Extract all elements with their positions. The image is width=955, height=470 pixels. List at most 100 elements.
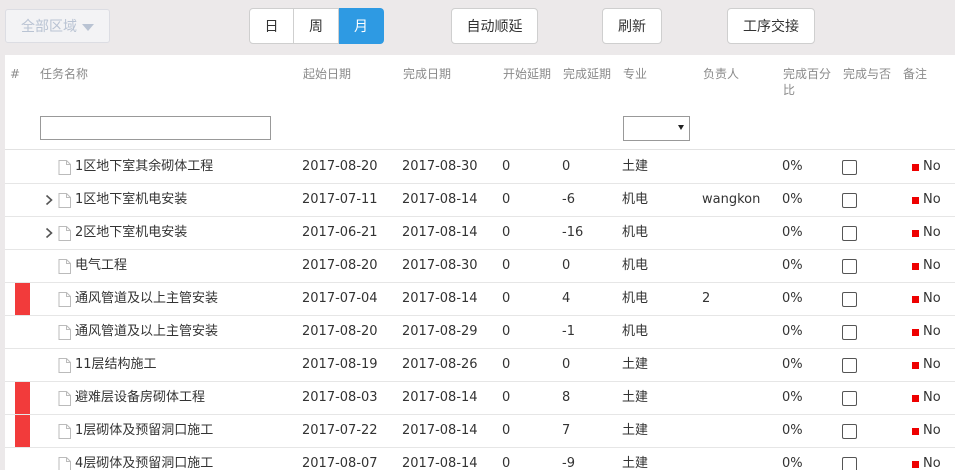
table-row[interactable]: 1区地下室其余砌体工程 2017-08-20 2017-08-30 0 0 土建 0% No [5,151,955,184]
start-date-cell: 2017-08-20 [302,159,378,174]
document-icon [58,358,71,373]
major-cell: 土建 [622,456,649,470]
start-date-cell: 2017-08-03 [302,390,378,405]
owner-cell: wangkon [702,192,761,207]
table-row[interactable]: 通风管道及以上主管安装 2017-07-04 2017-08-14 0 4 机电 2 0% No [5,283,955,316]
start-date-cell: 2017-08-19 [302,357,378,372]
done-checkbox[interactable] [842,193,857,208]
start-delay-cell: 0 [502,192,511,207]
col-percent[interactable]: 完成百分比 [783,66,835,98]
task-name-cell[interactable]: 电气工程 [75,250,127,283]
percent-cell: 0% [782,324,803,339]
note-cell: No [923,423,941,438]
col-start-date[interactable]: 起始日期 [303,66,351,82]
chevron-right-icon[interactable] [43,194,55,206]
status-marker-icon [912,197,919,204]
table-row[interactable]: 电气工程 2017-08-20 2017-08-30 0 0 机电 0% No [5,250,955,283]
start-date-cell: 2017-08-20 [302,324,378,339]
note-cell: No [923,390,941,405]
status-marker-icon [912,164,919,171]
end-date-cell: 2017-08-14 [402,390,478,405]
note-cell: No [923,225,941,240]
task-name-cell[interactable]: 通风管道及以上主管安装 [75,316,218,349]
task-name-filter-input[interactable] [40,116,271,140]
task-name-cell[interactable]: 11层结构施工 [75,349,157,382]
end-delay-cell: 0 [562,357,571,372]
done-checkbox[interactable] [842,358,857,373]
note-cell: No [923,192,941,207]
document-icon [58,457,71,470]
done-checkbox[interactable] [842,160,857,175]
note-cell: No [923,456,941,470]
task-name-cell[interactable]: 1区地下室机电安装 [75,184,187,217]
done-checkbox[interactable] [842,292,857,307]
region-dropdown[interactable]: 全部区域 [5,9,110,43]
delay-flag [15,415,30,447]
end-delay-cell: -16 [562,225,584,240]
done-checkbox[interactable] [842,424,857,439]
col-owner[interactable]: 负责人 [703,66,739,82]
major-filter-select[interactable] [623,116,690,141]
auto-delay-button[interactable]: 自动顺延 [451,8,538,44]
table-row[interactable]: 11层结构施工 2017-08-19 2017-08-26 0 0 土建 0% No [5,349,955,382]
major-cell: 机电 [622,225,649,240]
col-note[interactable]: 备注 [903,66,927,82]
handover-button[interactable]: 工序交接 [727,8,815,44]
task-name-cell[interactable]: 避难层设备房砌体工程 [75,382,205,415]
done-checkbox[interactable] [842,259,857,274]
col-major[interactable]: 专业 [623,66,647,82]
end-date-cell: 2017-08-14 [402,225,478,240]
start-date-cell: 2017-08-07 [302,456,378,470]
table-row[interactable]: 1层砌体及预留洞口施工 2017-07-22 2017-08-14 0 7 土建 0% No [5,415,955,448]
table-row[interactable]: 4层砌体及预留洞口施工 2017-08-07 2017-08-14 0 -9 土建 0% No [5,448,955,470]
col-task-name[interactable]: 任务名称 [40,66,88,82]
view-day-button[interactable]: 日 [249,8,294,44]
table-row[interactable]: 避难层设备房砌体工程 2017-08-03 2017-08-14 0 8 土建 0% No [5,382,955,415]
note-cell: No [923,258,941,273]
done-checkbox[interactable] [842,391,857,406]
document-icon [58,259,71,274]
task-name-cell[interactable]: 1层砌体及预留洞口施工 [75,415,213,448]
major-cell: 土建 [622,159,649,174]
end-date-cell: 2017-08-14 [402,423,478,438]
major-cell: 机电 [622,192,649,207]
start-date-cell: 2017-07-11 [302,192,378,207]
end-date-cell: 2017-08-30 [402,159,478,174]
start-delay-cell: 0 [502,423,511,438]
start-delay-cell: 0 [502,456,511,470]
task-name-cell[interactable]: 通风管道及以上主管安装 [75,283,218,316]
chevron-right-icon[interactable] [43,227,55,239]
table-row[interactable]: 1区地下室机电安装 2017-07-11 2017-08-14 0 -6 机电 wangko… [5,184,955,217]
done-checkbox[interactable] [842,325,857,340]
major-cell: 机电 [622,258,649,273]
end-delay-cell: -9 [562,456,575,470]
status-marker-icon [912,296,919,303]
done-checkbox[interactable] [842,457,857,470]
note-cell: No [923,324,941,339]
end-delay-cell: 4 [562,291,571,306]
done-checkbox[interactable] [842,226,857,241]
col-start-delay[interactable]: 开始延期 [503,66,551,82]
percent-cell: 0% [782,225,803,240]
col-done[interactable]: 完成与否 [843,66,891,82]
col-end-delay[interactable]: 完成延期 [563,66,611,82]
major-cell: 土建 [622,390,649,405]
col-end-date[interactable]: 完成日期 [403,66,451,82]
major-cell: 机电 [622,291,649,306]
view-week-button[interactable]: 周 [294,8,339,44]
start-date-cell: 2017-08-20 [302,258,378,273]
task-name-cell[interactable]: 2区地下室机电安装 [75,217,187,250]
document-icon [58,325,71,340]
table-row[interactable]: 2区地下室机电安装 2017-06-21 2017-08-14 0 -16 机电 0% No [5,217,955,250]
document-icon [58,193,71,208]
end-date-cell: 2017-08-29 [402,324,478,339]
refresh-button[interactable]: 刷新 [602,8,662,44]
start-date-cell: 2017-07-04 [302,291,378,306]
percent-cell: 0% [782,357,803,372]
task-name-cell[interactable]: 4层砌体及预留洞口施工 [75,448,213,470]
view-month-button[interactable]: 月 [339,8,384,44]
table-row[interactable]: 通风管道及以上主管安装 2017-08-20 2017-08-29 0 -1 机电 0% No [5,316,955,349]
start-delay-cell: 0 [502,291,511,306]
major-cell: 机电 [622,324,649,339]
task-name-cell[interactable]: 1区地下室其余砌体工程 [75,151,213,184]
